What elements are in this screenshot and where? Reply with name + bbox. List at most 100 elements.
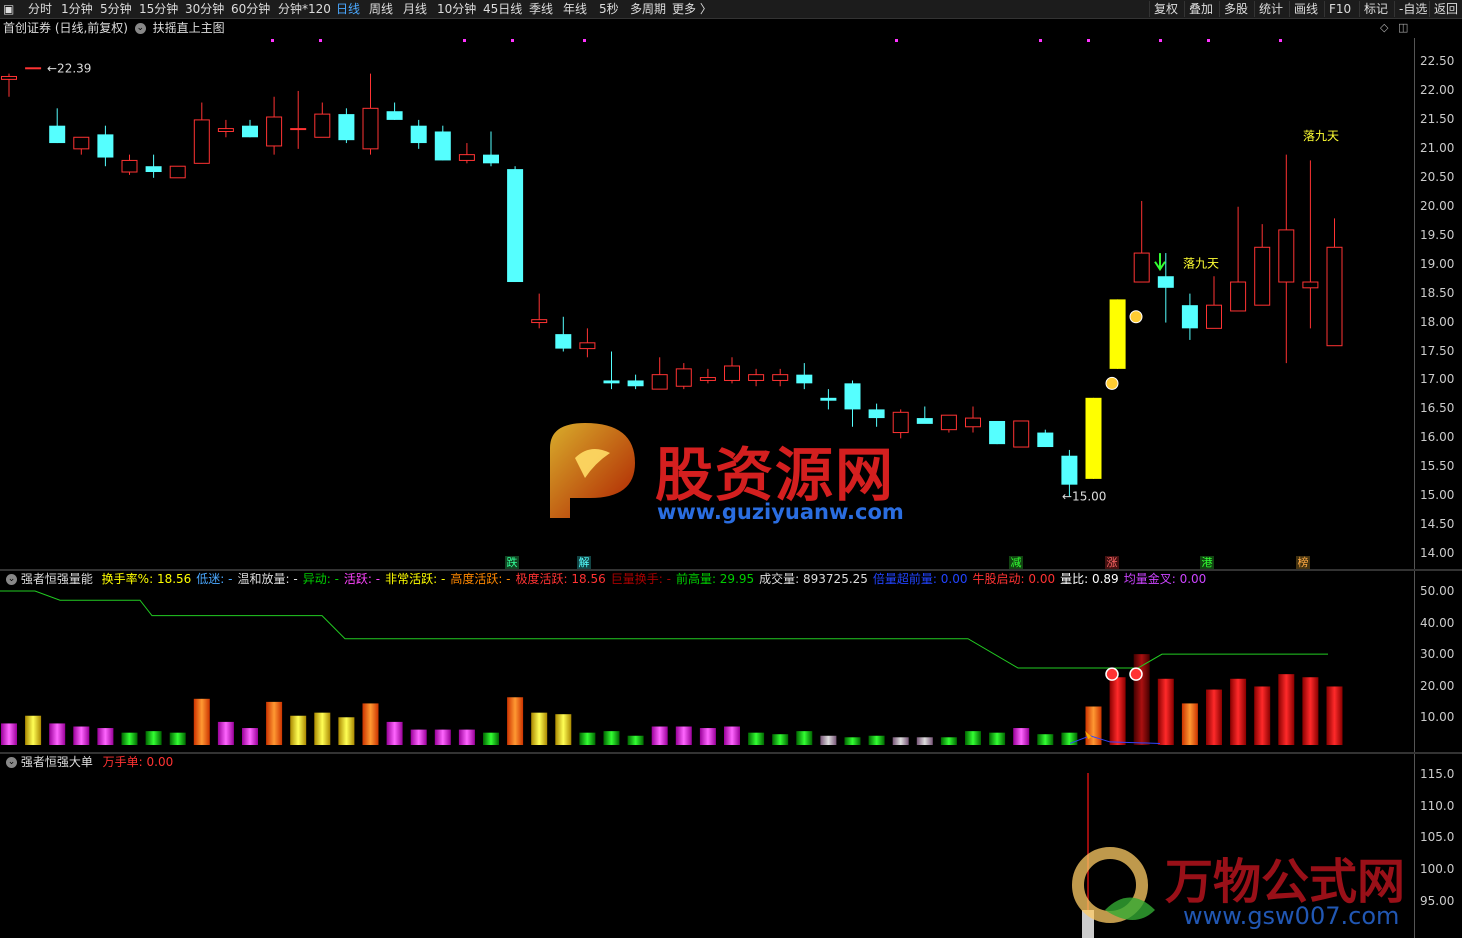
price-tick-label: 22.00 <box>1420 82 1455 97</box>
order-panel-name[interactable]: 强者恒强大单 <box>21 755 93 769</box>
candle-body <box>1326 246 1343 347</box>
period-tab[interactable]: 更多 〉 <box>672 1 712 17</box>
volume-field-value: 0.00 <box>936 572 968 586</box>
period-tab[interactable]: 10分钟 <box>437 1 476 17</box>
toolbar-button[interactable]: 多股 <box>1219 1 1248 17</box>
period-tab[interactable]: 年线 <box>563 1 587 17</box>
candle <box>386 102 403 120</box>
volume-chart[interactable] <box>0 588 1414 751</box>
volume-bar <box>868 735 885 745</box>
candle <box>675 363 692 390</box>
candle-body <box>820 397 837 401</box>
volume-field: 异动: - <box>303 572 339 586</box>
period-tab[interactable]: 分时 <box>28 1 52 17</box>
period-tab[interactable]: 15分钟 <box>139 1 178 17</box>
candle-body <box>1302 281 1319 289</box>
volume-field: 温和放量: - <box>238 572 298 586</box>
period-tab[interactable]: 5秒 <box>599 1 619 17</box>
event-marker[interactable]: 解 <box>577 556 591 570</box>
panel-toggle-icon[interactable]: ▣ <box>3 1 14 17</box>
period-tab[interactable]: 日线 <box>336 1 360 17</box>
window-restore-icon[interactable]: ◫ <box>1398 21 1408 34</box>
candle <box>651 357 668 390</box>
toolbar-button[interactable]: -自选 <box>1394 1 1427 17</box>
signal-dot <box>1039 39 1042 42</box>
period-tab[interactable]: 45日线 <box>483 1 522 17</box>
volume-ma-line <box>0 590 1328 669</box>
dropdown-icon[interactable]: ⌄ <box>6 756 17 768</box>
candle-body <box>338 114 355 141</box>
candle-body <box>434 131 451 161</box>
volume-bar <box>193 698 210 745</box>
toolbar-button[interactable]: F10 <box>1324 1 1351 17</box>
period-tab[interactable]: 多周期 <box>630 1 666 17</box>
candle-body <box>531 319 548 324</box>
period-tab[interactable]: 30分钟 <box>185 1 224 17</box>
candle <box>458 143 475 164</box>
indicator-name[interactable]: 扶摇直上主图 <box>153 21 225 35</box>
candle-body <box>169 165 186 179</box>
volume-field: 巨量换手: - <box>611 572 671 586</box>
candle <box>145 154 162 178</box>
volume-bar <box>1085 706 1102 745</box>
signal-dot <box>1087 39 1090 42</box>
stock-title[interactable]: 首创证券 (日线,前复权) <box>3 21 128 35</box>
period-tab[interactable]: 分钟*120 <box>278 1 331 17</box>
candle-body <box>49 125 66 144</box>
volume-field-label: 非常活跃: <box>385 572 438 586</box>
period-tab[interactable]: 月线 <box>403 1 427 17</box>
period-tab[interactable]: 周线 <box>369 1 393 17</box>
volume-field: 低迷: - <box>196 572 232 586</box>
volume-bar <box>579 732 596 745</box>
dropdown-icon[interactable]: ⌄ <box>6 573 17 585</box>
toolbar-button[interactable]: 标记 <box>1359 1 1388 17</box>
toolbar-button[interactable]: 叠加 <box>1184 1 1213 17</box>
volume-tick-label: 20.00 <box>1420 678 1455 693</box>
volume-field: 倍量超前量: 0.00 <box>873 572 968 586</box>
watermark-gsw007: 万物公式网 www.gsw007.com <box>1065 840 1455 938</box>
candle <box>217 119 234 138</box>
volume-panel-name[interactable]: 强者恒强量能 <box>21 572 93 586</box>
candle <box>1181 293 1198 340</box>
period-tab[interactable]: 季线 <box>529 1 553 17</box>
price-tick-label: 18.00 <box>1420 314 1455 329</box>
toolbar-button[interactable]: 统计 <box>1254 1 1283 17</box>
candle <box>555 316 572 352</box>
event-marker[interactable]: 跌 <box>505 556 519 570</box>
signal-dot <box>1207 39 1210 42</box>
price-tick-label: 17.50 <box>1420 343 1455 358</box>
candle <box>1254 224 1271 306</box>
dropdown-icon[interactable]: ⌄ <box>134 22 146 34</box>
volume-bar <box>314 712 331 745</box>
volume-field-value: - <box>662 572 671 586</box>
candle-body <box>1278 229 1295 283</box>
volume-field-label: 活跃: <box>343 572 372 586</box>
volume-bar <box>796 731 813 745</box>
diamond-icon[interactable]: ◇ <box>1380 21 1388 34</box>
candle-body <box>25 67 42 70</box>
volume-bar <box>1109 677 1126 745</box>
event-marker[interactable]: 涨 <box>1105 556 1119 570</box>
candle <box>49 108 66 144</box>
volume-field-label: 极度活跃: <box>515 572 568 586</box>
event-marker[interactable]: 榜 <box>1296 556 1310 570</box>
event-marker[interactable]: 港 <box>1200 556 1214 570</box>
toolbar-button[interactable]: 画线 <box>1289 1 1318 17</box>
order-label: 万手单: <box>102 755 143 769</box>
volume-bar <box>266 701 283 745</box>
candle-body <box>1013 420 1030 448</box>
period-tab[interactable]: 60分钟 <box>231 1 270 17</box>
volume-field-label: 均量金叉: <box>1123 572 1176 586</box>
volume-bar <box>1157 678 1174 745</box>
volume-bar <box>97 728 114 745</box>
candle <box>796 363 813 390</box>
toolbar-button[interactable]: 返回 <box>1429 1 1458 17</box>
volume-bar <box>724 726 740 745</box>
period-tab[interactable]: 5分钟 <box>100 1 132 17</box>
toolbar-button[interactable]: 复权 <box>1149 1 1178 17</box>
period-tab[interactable]: 1分钟 <box>61 1 93 17</box>
candle <box>965 406 981 433</box>
event-marker[interactable]: 减 <box>1009 556 1023 570</box>
volume-bar <box>940 737 957 745</box>
candle <box>579 328 596 358</box>
